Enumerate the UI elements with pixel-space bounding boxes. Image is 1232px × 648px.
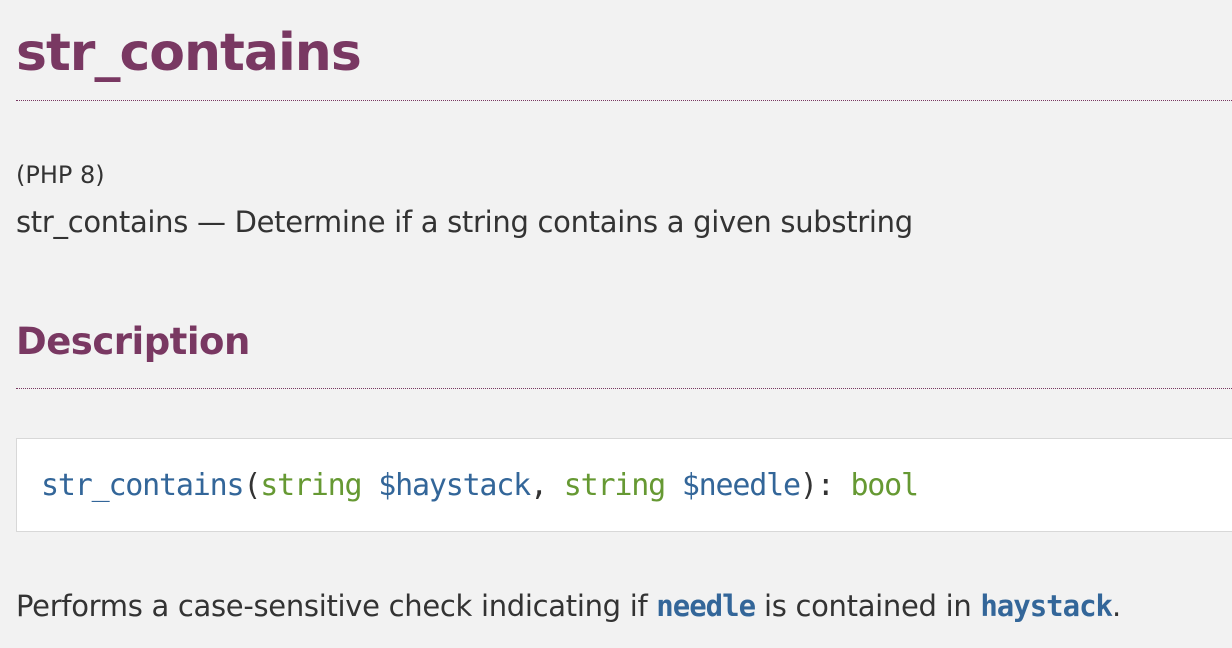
php-version: (PHP 8): [16, 161, 105, 189]
return-type[interactable]: bool: [850, 468, 919, 503]
param1-var[interactable]: $haystack: [378, 468, 531, 503]
method-name: str_contains: [41, 468, 245, 503]
purpose-dash: —: [188, 205, 235, 239]
function-purpose: str_contains — Determine if a string con…: [16, 203, 913, 241]
title-divider: [16, 100, 1232, 101]
method-synopsis: str_contains(string $haystack, string $n…: [16, 438, 1232, 532]
open-paren: (: [243, 468, 261, 503]
description-divider: [16, 388, 1232, 389]
page-title: str_contains: [16, 23, 362, 83]
close-paren: ):: [799, 468, 851, 503]
param-separator: ,: [530, 468, 564, 503]
para-text-middle: is contained in: [755, 589, 981, 623]
param2-var[interactable]: $needle: [682, 468, 801, 503]
param2-type[interactable]: string: [564, 468, 666, 503]
para-text-before: Performs a case-sensitive check indicati…: [16, 589, 657, 623]
description-heading: Description: [16, 320, 250, 363]
param-haystack[interactable]: haystack: [980, 589, 1113, 623]
purpose-text: Determine if a string contains a given s…: [234, 205, 914, 239]
description-paragraph: Performs a case-sensitive check indicati…: [16, 586, 1121, 626]
param-needle[interactable]: needle: [656, 589, 756, 623]
para-text-after: .: [1112, 589, 1121, 623]
param1-type[interactable]: string: [260, 468, 362, 503]
purpose-function-name: str_contains: [16, 205, 189, 239]
